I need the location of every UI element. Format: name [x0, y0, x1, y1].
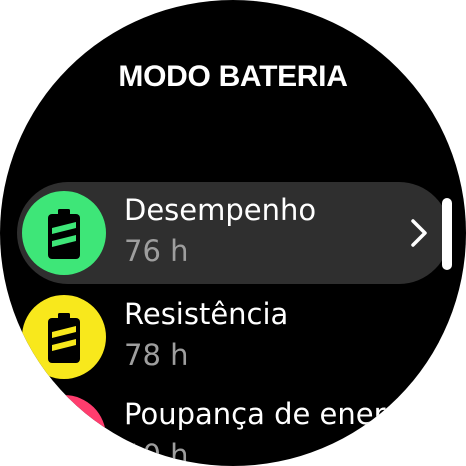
battery-mode-badge	[22, 191, 106, 275]
battery-icon	[48, 209, 80, 259]
watch-screen: MODO BATERIA Desempenho 76 h Resistência…	[0, 0, 466, 466]
mode-duration: 10 h	[124, 438, 189, 466]
mode-label: Resistência	[124, 297, 289, 331]
mode-label: Poupança de energia	[124, 397, 430, 431]
mode-item-poupanca[interactable]: Poupança de energia 10 h	[17, 386, 450, 466]
mode-label: Desempenho	[124, 193, 317, 227]
chevron-right-icon	[411, 219, 427, 247]
screen-title: MODO BATERIA	[118, 60, 348, 93]
battery-mode-badge	[22, 395, 106, 466]
scrollbar[interactable]	[442, 198, 452, 270]
battery-icon	[48, 313, 80, 363]
mode-item-resistencia[interactable]: Resistência 78 h	[17, 286, 450, 388]
battery-mode-badge	[22, 295, 106, 379]
battery-icon	[48, 413, 80, 463]
mode-duration: 78 h	[124, 338, 189, 372]
mode-duration: 76 h	[124, 234, 189, 268]
mode-item-desempenho[interactable]: Desempenho 76 h	[17, 182, 450, 284]
